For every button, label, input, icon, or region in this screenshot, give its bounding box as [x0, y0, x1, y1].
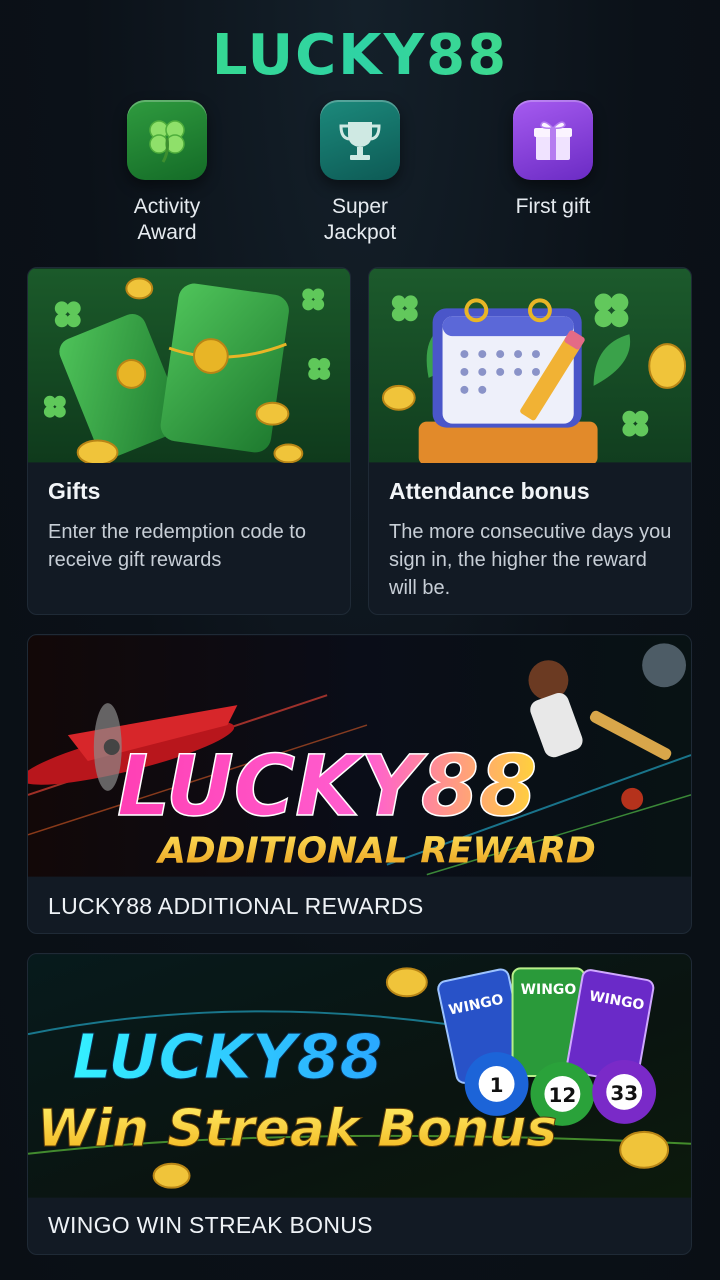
quick-actions: Activity Award Super Jackpot First gift — [0, 100, 720, 260]
additional-rewards-caption: LUCKY88 ADDITIONAL REWARDS — [48, 893, 424, 919]
gifts-description: Enter the redemption code to receive gif… — [48, 521, 306, 571]
first-gift-button[interactable]: First gift — [463, 100, 643, 220]
ball-number: 1 — [490, 1074, 504, 1097]
gifts-title: Gifts — [48, 478, 101, 504]
banner-headline: LUCKY88 — [117, 737, 537, 835]
ball-number: 33 — [610, 1082, 638, 1105]
wingo-card-label: WINGO — [521, 982, 577, 998]
banner-subheadline: Win Streak Bonus — [37, 1099, 557, 1159]
banner-subheadline: ADDITIONAL REWARD — [155, 831, 596, 872]
win-streak-bonus-caption: WINGO WIN STREAK BONUS — [48, 1212, 373, 1238]
attendance-bonus-title: Attendance bonus — [389, 478, 590, 504]
brand-logo: LUCKY88 — [0, 24, 720, 88]
first-gift-label: First gift — [515, 195, 591, 218]
win-streak-artwork: WINGO WINGO WINGO 1 12 33 LUCKY88 Win St… — [28, 954, 691, 1198]
gifts-card[interactable]: Gifts Enter the redemption code to recei… — [27, 267, 351, 615]
attendance-bonus-description: The more consecutive days you sign in, t… — [389, 521, 672, 599]
clover-icon — [127, 100, 207, 180]
attendance-bonus-card[interactable]: Attendance bonus The more consecutive da… — [368, 267, 692, 615]
additional-reward-artwork: LUCKY88 ADDITIONAL REWARD — [28, 635, 691, 877]
activity-award-button[interactable]: Activity Award — [77, 100, 257, 246]
super-jackpot-button[interactable]: Super Jackpot — [270, 100, 450, 246]
super-jackpot-label: Super Jackpot — [323, 195, 397, 244]
activity-award-label: Activity Award — [133, 195, 201, 244]
banner-headline: LUCKY88 — [72, 1021, 382, 1093]
trophy-icon — [320, 100, 400, 180]
gift-icon — [513, 100, 593, 180]
win-streak-bonus-banner[interactable]: WINGO WINGO WINGO 1 12 33 LUCKY88 Win St… — [27, 953, 692, 1255]
gifts-illustration — [28, 268, 350, 463]
attendance-illustration — [369, 268, 691, 463]
additional-reward-banner[interactable]: LUCKY88 ADDITIONAL REWARD LUCKY88 ADDITI… — [27, 634, 692, 934]
